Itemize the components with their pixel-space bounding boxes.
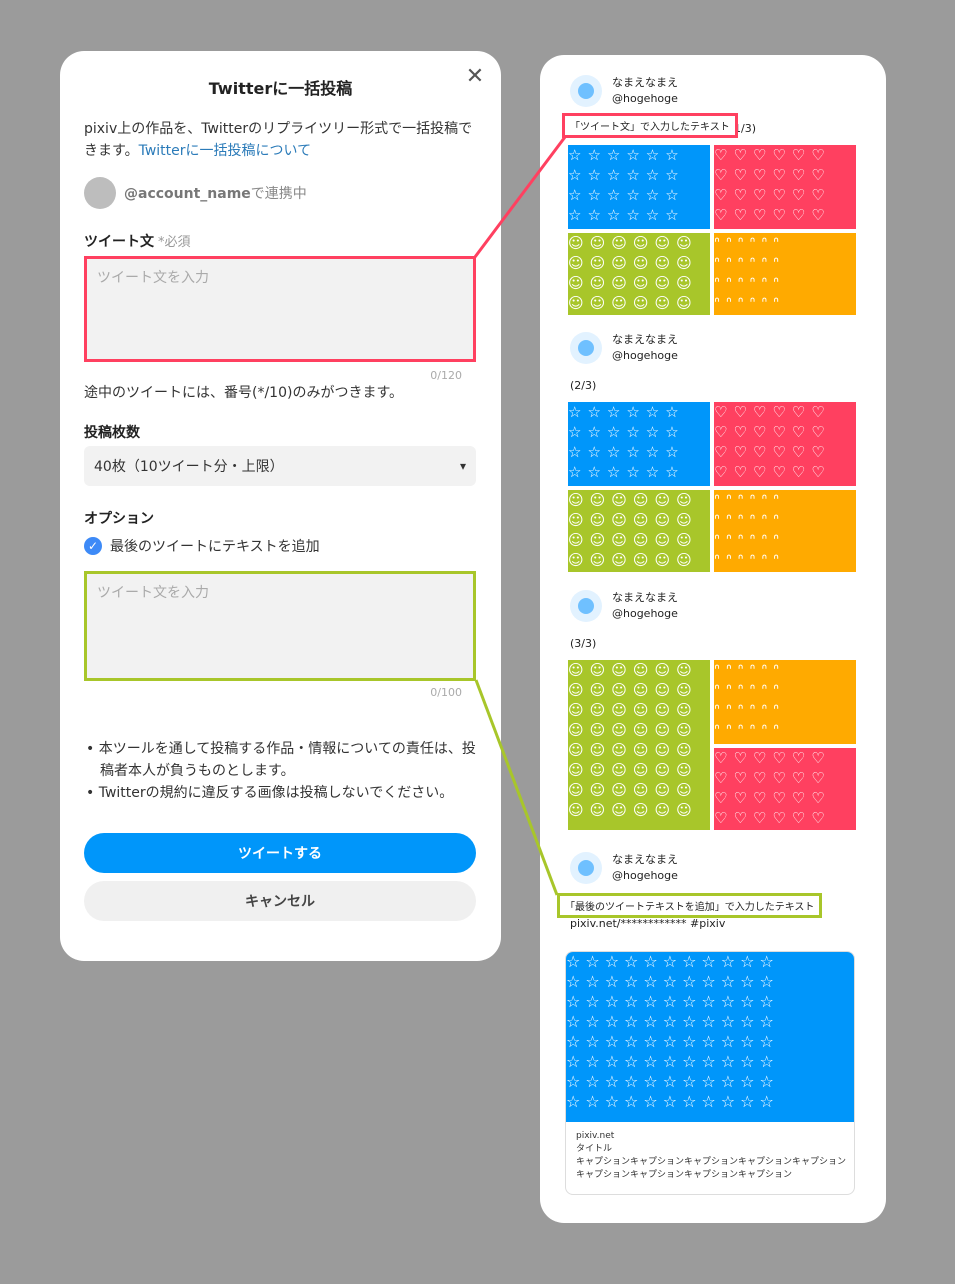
- options-label: オプション: [84, 511, 154, 527]
- option-checkbox-label: 最後のツイートにテキストを追加: [110, 539, 320, 555]
- link-domain: pixiv.net: [576, 1131, 615, 1141]
- last-text-callout: 「最後のツイートテキストを追加」で入力したテキスト: [557, 893, 823, 918]
- about-link[interactable]: Twitterに一括投稿について: [139, 143, 312, 159]
- tweet-button[interactable]: ツイートする: [84, 833, 476, 873]
- link-caption: キャプションキャプションキャプションキャプションキャプションキャプションキャプシ…: [576, 1157, 847, 1180]
- tweet-header-3: なまえなまえ @hogehoge: [570, 590, 678, 622]
- display-name: なまえなまえ: [612, 76, 678, 89]
- star-pattern: ☆☆☆☆☆☆ ☆☆☆☆☆☆ ☆☆☆☆☆☆ ☆☆☆☆☆☆: [568, 145, 710, 229]
- bunny-pattern: ᐢᐢᐢᐢᐢᐢ ᐢᐢᐢᐢᐢᐢ ᐢᐢᐢᐢᐢᐢ ᐢᐢᐢᐢᐢᐢ: [714, 233, 856, 315]
- bunny-pattern: ᐢᐢᐢᐢᐢᐢ ᐢᐢᐢᐢᐢᐢ ᐢᐢᐢᐢᐢᐢ ᐢᐢᐢᐢᐢᐢ: [714, 660, 856, 744]
- handle: @hogehoge: [612, 92, 678, 105]
- bulk-post-modal: Twitterに一括投稿 ✕ pixiv上の作品を、Twitterのリプライツリ…: [60, 51, 501, 961]
- account-name: @account_name: [124, 186, 251, 202]
- count-label: 投稿枚数: [84, 425, 140, 441]
- link-card-meta: pixiv.net タイトル キャプションキャプションキャプションキャプションキ…: [576, 1130, 846, 1182]
- tweet-header-2: なまえなまえ @hogehoge: [570, 332, 678, 364]
- smiley-pattern: ☺☺☺☺☺☺ ☺☺☺☺☺☺ ☺☺☺☺☺☺ ☺☺☺☺☺☺: [568, 233, 710, 315]
- terms-bullet-1: • 本ツールを通して投稿する作品・情報についての責任は、投稿者本人が負うものとし…: [86, 741, 476, 779]
- smiley-pattern: ☺☺☺☺☺☺ ☺☺☺☺☺☺ ☺☺☺☺☺☺ ☺☺☺☺☺☺: [568, 490, 710, 572]
- avatar: [570, 590, 602, 622]
- tweet-header-1: なまえなまえ @hogehoge: [570, 75, 678, 107]
- add-last-text-option[interactable]: ✓ 最後のツイートにテキストを追加: [84, 536, 320, 556]
- terms-bullet-2: • Twitterの規約に違反する画像は投稿しないでください。: [86, 785, 454, 801]
- tweet-text-3: (3/3): [570, 637, 597, 650]
- star-pattern: ☆☆☆☆☆☆ ☆☆☆☆☆☆ ☆☆☆☆☆☆ ☆☆☆☆☆☆: [568, 402, 710, 486]
- avatar: [570, 75, 602, 107]
- required-badge: *必須: [158, 235, 191, 250]
- heart-pattern: ♡♡♡♡♡♡ ♡♡♡♡♡♡ ♡♡♡♡♡♡ ♡♡♡♡♡♡: [714, 402, 856, 486]
- terms-bullet-2-text: Twitterの規約に違反する画像は投稿しないでください。: [98, 785, 454, 801]
- modal-description: pixiv上の作品を、Twitterのリプライツリー形式で一括投稿できます。Tw…: [84, 118, 484, 162]
- count-selected-value: 40枚（10ツイート分・上限）: [94, 459, 284, 475]
- tweet-thread-preview: なまえなまえ @hogehoge 1/3) ☆☆☆☆☆☆ ☆☆☆☆☆☆ ☆☆☆☆☆…: [540, 55, 886, 1223]
- modal-title: Twitterに一括投稿: [208, 79, 353, 98]
- terms-bullet-1-text: 本ツールを通して投稿する作品・情報についての責任は、投稿者本人が負うものとします…: [98, 741, 476, 779]
- display-name: なまえなまえ: [612, 853, 678, 866]
- cancel-button[interactable]: キャンセル: [84, 881, 476, 921]
- heart-pattern: ♡♡♡♡♡♡ ♡♡♡♡♡♡ ♡♡♡♡♡♡ ♡♡♡♡♡♡: [714, 748, 856, 830]
- linked-account: @account_nameで連携中: [84, 177, 307, 209]
- last-tweet-text-input[interactable]: ツイート文を入力: [84, 571, 476, 681]
- display-name: なまえなまえ: [612, 591, 678, 604]
- checkmark-icon[interactable]: ✓: [84, 537, 102, 555]
- link-title: タイトル: [576, 1144, 613, 1154]
- tweet-char-counter: 0/120: [430, 369, 462, 382]
- smiley-pattern: ☺☺☺☺☺☺ ☺☺☺☺☺☺ ☺☺☺☺☺☺ ☺☺☺☺☺☺ ☺☺☺☺☺☺ ☺☺☺☺☺…: [568, 660, 710, 830]
- chevron-down-icon: ▾: [459, 459, 466, 473]
- tweet-text-input[interactable]: ツイート文を入力: [84, 256, 476, 362]
- display-name: なまえなまえ: [612, 333, 678, 346]
- handle: @hogehoge: [612, 349, 678, 362]
- tweet-text-4: pixiv.net/************ #pixiv: [570, 917, 726, 930]
- link-card[interactable]: ☆☆☆☆☆☆☆☆☆☆☆ ☆☆☆☆☆☆☆☆☆☆☆ ☆☆☆☆☆☆☆☆☆☆☆ ☆☆☆☆…: [565, 951, 855, 1195]
- numbering-note: 途中のツイートには、番号(*/10)のみがつきます。: [84, 385, 404, 401]
- avatar: [84, 177, 116, 209]
- account-suffix: で連携中: [250, 186, 307, 202]
- heart-pattern: ♡♡♡♡♡♡ ♡♡♡♡♡♡ ♡♡♡♡♡♡ ♡♡♡♡♡♡: [714, 145, 856, 229]
- avatar: [570, 332, 602, 364]
- tweet-header-4: なまえなまえ @hogehoge: [570, 852, 678, 884]
- avatar: [570, 852, 602, 884]
- close-icon[interactable]: ✕: [463, 65, 487, 89]
- handle: @hogehoge: [612, 607, 678, 620]
- terms-notes: • 本ツールを通して投稿する作品・情報についての責任は、投稿者本人が負うものとし…: [86, 738, 486, 804]
- account-status: @account_nameで連携中: [124, 183, 307, 203]
- image-grid-3: ☺☺☺☺☺☺ ☺☺☺☺☺☺ ☺☺☺☺☺☺ ☺☺☺☺☺☺ ☺☺☺☺☺☺ ☺☺☺☺☺…: [568, 660, 856, 830]
- tweet-text-label: ツイート文 *必須: [84, 231, 191, 251]
- image-grid-2: ☆☆☆☆☆☆ ☆☆☆☆☆☆ ☆☆☆☆☆☆ ☆☆☆☆☆☆ ♡♡♡♡♡♡ ♡♡♡♡♡…: [568, 402, 856, 572]
- image-grid-1: ☆☆☆☆☆☆ ☆☆☆☆☆☆ ☆☆☆☆☆☆ ☆☆☆☆☆☆ ♡♡♡♡♡♡ ♡♡♡♡♡…: [568, 145, 856, 315]
- tweet-text-2: (2/3): [570, 379, 597, 392]
- tweet-label-text: ツイート文: [84, 234, 154, 250]
- bunny-pattern: ᐢᐢᐢᐢᐢᐢ ᐢᐢᐢᐢᐢᐢ ᐢᐢᐢᐢᐢᐢ ᐢᐢᐢᐢᐢᐢ: [714, 490, 856, 572]
- tweet-text-callout: 「ツイート文」で入力したテキスト: [562, 113, 738, 138]
- extra-char-counter: 0/100: [430, 686, 462, 699]
- handle: @hogehoge: [612, 869, 678, 882]
- count-select[interactable]: 40枚（10ツイート分・上限） ▾: [84, 446, 476, 486]
- star-pattern: ☆☆☆☆☆☆☆☆☆☆☆ ☆☆☆☆☆☆☆☆☆☆☆ ☆☆☆☆☆☆☆☆☆☆☆ ☆☆☆☆…: [566, 952, 854, 1122]
